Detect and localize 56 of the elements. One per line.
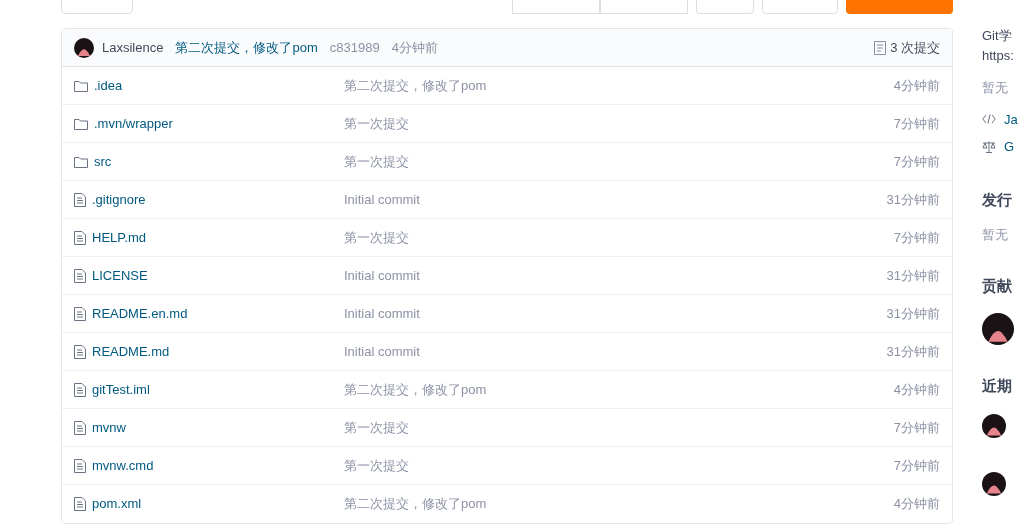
- commit-time: 4分钟前: [893, 380, 940, 399]
- file-icon: [74, 344, 86, 359]
- file-icon: [74, 306, 86, 321]
- file-icon: [74, 382, 86, 397]
- section-title: 贡献: [982, 275, 1013, 296]
- commit-message[interactable]: 第二次提交，修改了pom: [175, 37, 318, 58]
- commit-time: 7分钟前: [893, 114, 940, 133]
- empty-releases-text: 暂无: [982, 226, 1009, 244]
- code-icon: [982, 114, 996, 125]
- commit-time: 31分钟前: [886, 266, 940, 285]
- file-name[interactable]: src: [94, 151, 112, 172]
- file-name[interactable]: gitTest.iml: [92, 379, 150, 400]
- folder-icon: [74, 155, 88, 168]
- intro-text: https:: [982, 47, 1015, 65]
- commit-time: 4分钟前: [893, 76, 940, 95]
- commit-time: 4分钟前: [893, 495, 940, 514]
- repo-link[interactable]: G: [1004, 137, 1015, 157]
- avatar: [982, 313, 1014, 345]
- file-name[interactable]: pom.xml: [92, 494, 142, 514]
- section-title: 近期: [982, 376, 1013, 396]
- file-name[interactable]: mvnw: [92, 417, 126, 438]
- avatar: [982, 471, 1006, 496]
- section-title: 发行: [982, 189, 1013, 210]
- commit-time: 7分钟前: [893, 152, 940, 171]
- file-name[interactable]: LICENSE: [92, 265, 148, 286]
- scale-icon: [982, 140, 996, 153]
- folder-icon: [74, 79, 88, 92]
- file-icon: [74, 497, 86, 511]
- avatar: [982, 413, 1006, 438]
- folder-icon: [74, 117, 88, 130]
- history-icon: [874, 40, 887, 55]
- file-name[interactable]: HELP.md: [92, 227, 146, 248]
- commit-time: 7分钟前: [893, 456, 940, 475]
- avatar: [74, 37, 94, 58]
- commit-time: 31分钟前: [886, 190, 940, 209]
- intro-text: Git学: [982, 27, 1013, 45]
- commit-time: 7分钟前: [893, 228, 940, 247]
- commit-author[interactable]: Laxsilence: [102, 37, 164, 58]
- empty-tags-text: 暂无: [982, 79, 1009, 97]
- file-icon: [74, 268, 86, 283]
- file-name[interactable]: .idea: [94, 75, 123, 96]
- file-name[interactable]: .mvn/wrapper: [94, 113, 173, 134]
- repo-link[interactable]: Ja: [1004, 109, 1018, 129]
- file-name[interactable]: README.en.md: [92, 303, 188, 324]
- commit-count[interactable]: 3 次提交: [890, 37, 940, 58]
- file-icon: [74, 192, 86, 207]
- file-name[interactable]: mvnw.cmd: [92, 455, 154, 476]
- file-icon: [74, 420, 86, 435]
- commit-time: 31分钟前: [886, 304, 940, 323]
- file-name[interactable]: README.md: [92, 341, 170, 362]
- file-icon: [74, 230, 86, 245]
- file-name[interactable]: .gitignore: [92, 189, 146, 210]
- commit-time: 31分钟前: [886, 342, 940, 361]
- commit-time: 7分钟前: [893, 418, 940, 437]
- commit-time: 4分钟前: [391, 38, 438, 57]
- file-icon: [74, 458, 86, 473]
